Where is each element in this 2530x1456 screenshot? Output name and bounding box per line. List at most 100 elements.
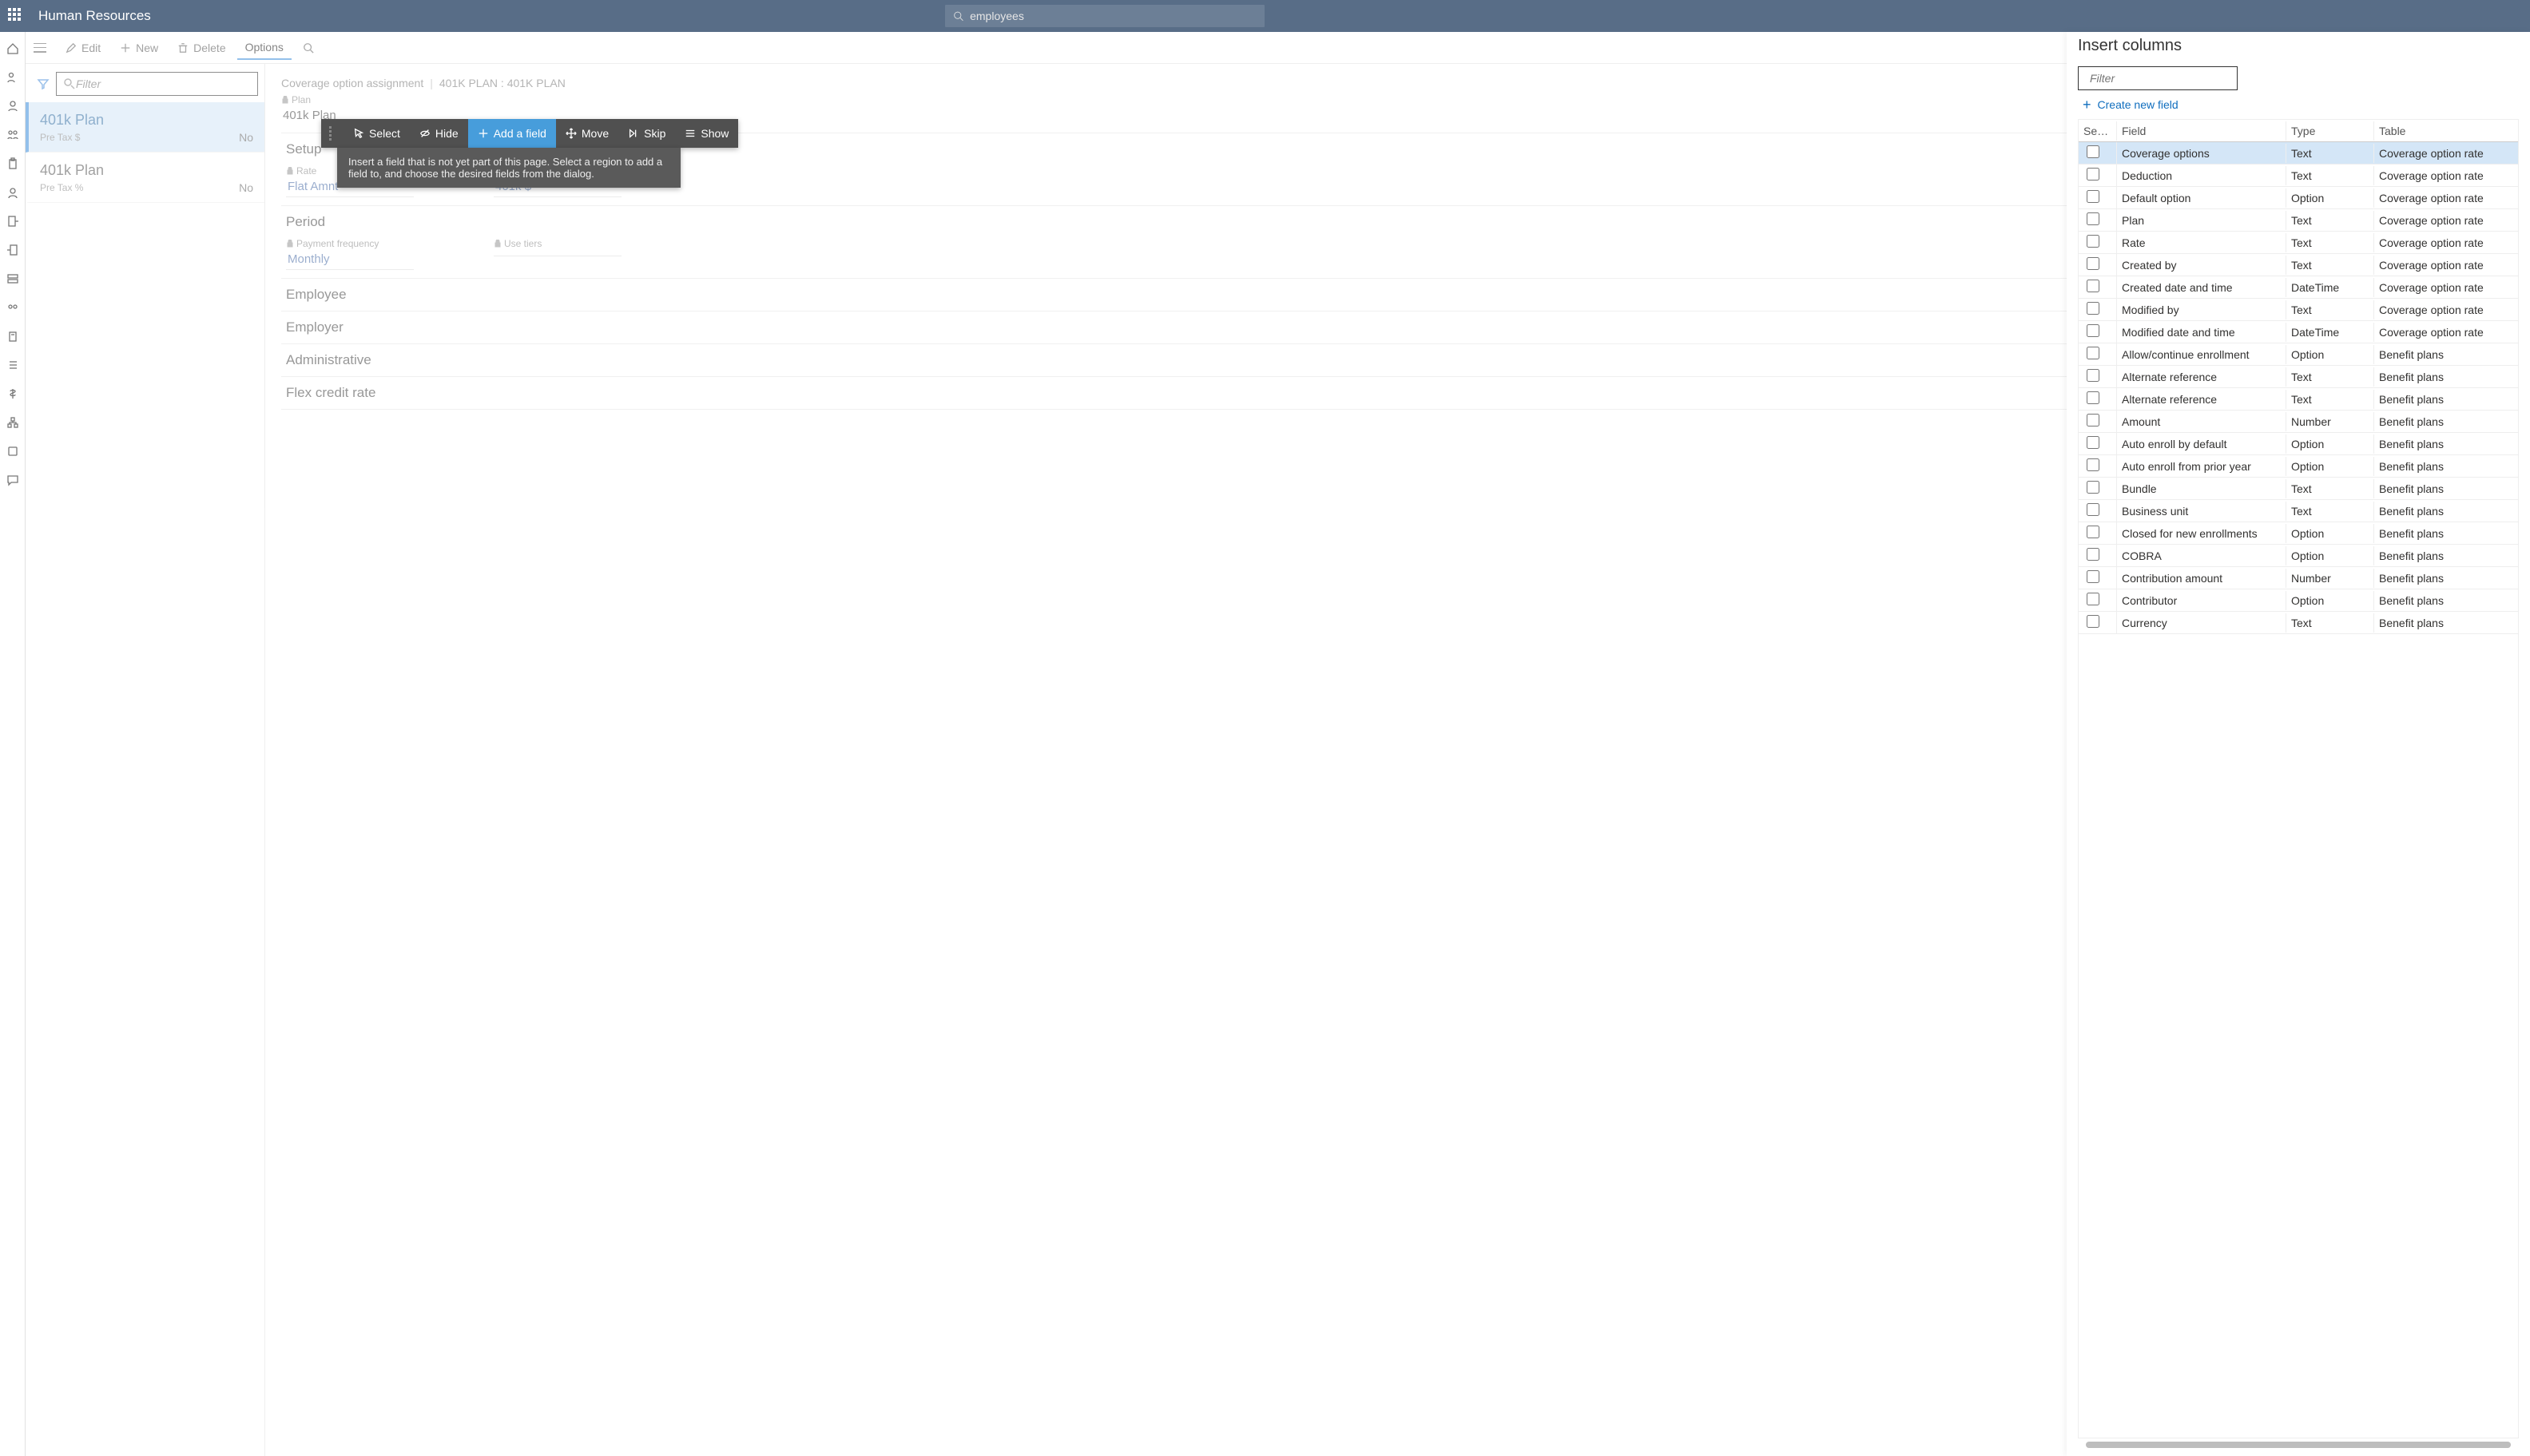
person-icon[interactable] (6, 99, 20, 113)
table-row[interactable]: ContributorOptionBenefit plans (2079, 589, 2518, 612)
list-item[interactable]: 401k PlanPre Tax %No (26, 153, 264, 203)
hide-button[interactable]: Hide (410, 119, 468, 148)
table-row[interactable]: Created byTextCoverage option rate (2079, 254, 2518, 276)
row-checkbox[interactable] (2087, 302, 2099, 315)
row-checkbox[interactable] (2087, 481, 2099, 494)
row-field: COBRA (2117, 546, 2286, 565)
doc-out-icon[interactable] (6, 214, 20, 228)
table-row[interactable]: Auto enroll by defaultOptionBenefit plan… (2079, 433, 2518, 455)
row-checkbox[interactable] (2087, 190, 2099, 203)
table-row[interactable]: Alternate referenceTextBenefit plans (2079, 388, 2518, 411)
col-select[interactable]: Se…↓ (2079, 121, 2117, 141)
select-button[interactable]: Select (344, 119, 410, 148)
list-item[interactable]: 401k PlanPre Tax $No (26, 102, 264, 153)
row-checkbox[interactable] (2087, 570, 2099, 583)
table-row[interactable]: Auto enroll from prior yearOptionBenefit… (2079, 455, 2518, 478)
table-row[interactable]: Contribution amountNumberBenefit plans (2079, 567, 2518, 589)
row-checkbox[interactable] (2087, 235, 2099, 248)
panel-filter-input[interactable] (2090, 72, 2235, 85)
find-button[interactable] (295, 38, 322, 58)
row-checkbox[interactable] (2087, 458, 2099, 471)
row-table: Benefit plans (2374, 457, 2518, 476)
table-row[interactable]: COBRAOptionBenefit plans (2079, 545, 2518, 567)
team-icon[interactable] (6, 300, 20, 315)
new-button[interactable]: New (112, 37, 166, 59)
list-filter-input[interactable] (76, 77, 251, 90)
create-new-field-button[interactable]: + Create new field (2078, 98, 2519, 111)
global-search[interactable] (945, 5, 1265, 27)
row-checkbox[interactable] (2087, 548, 2099, 561)
row-checkbox[interactable] (2087, 257, 2099, 270)
move-button[interactable]: Move (556, 119, 618, 148)
table-row[interactable]: Created date and timeDateTimeCoverage op… (2079, 276, 2518, 299)
show-button[interactable]: Show (675, 119, 738, 148)
building-icon[interactable] (6, 329, 20, 343)
row-table: Benefit plans (2374, 345, 2518, 364)
home-icon[interactable] (6, 42, 20, 56)
row-checkbox[interactable] (2087, 436, 2099, 449)
row-checkbox[interactable] (2087, 391, 2099, 404)
row-checkbox[interactable] (2087, 168, 2099, 181)
col-type[interactable]: Type (2286, 121, 2374, 141)
table-row[interactable]: Default optionOptionCoverage option rate (2079, 187, 2518, 209)
row-table: Coverage option rate (2374, 256, 2518, 275)
currency-icon[interactable] (6, 387, 20, 401)
row-checkbox[interactable] (2087, 324, 2099, 337)
list-filter[interactable] (56, 72, 258, 96)
global-search-input[interactable] (970, 10, 1257, 22)
row-checkbox[interactable] (2087, 145, 2099, 158)
table-row[interactable]: Modified date and timeDateTimeCoverage o… (2079, 321, 2518, 343)
col-table[interactable]: Table (2374, 121, 2518, 141)
row-checkbox[interactable] (2087, 347, 2099, 359)
table-row[interactable]: Closed for new enrollmentsOptionBenefit … (2079, 522, 2518, 545)
funnel-icon[interactable] (37, 77, 50, 90)
lock-icon (286, 167, 294, 175)
row-checkbox[interactable] (2087, 526, 2099, 538)
people-icon[interactable] (6, 70, 20, 85)
table-row[interactable]: AmountNumberBenefit plans (2079, 411, 2518, 433)
row-field: Amount (2117, 412, 2286, 431)
table-row[interactable]: Modified byTextCoverage option rate (2079, 299, 2518, 321)
horizontal-scrollbar[interactable] (2086, 1442, 2511, 1448)
table-row[interactable]: CurrencyTextBenefit plans (2079, 612, 2518, 634)
panel-filter[interactable] (2078, 66, 2238, 90)
row-checkbox[interactable] (2087, 414, 2099, 426)
row-checkbox[interactable] (2087, 503, 2099, 516)
table-row[interactable]: Coverage optionsTextCoverage option rate (2079, 142, 2518, 165)
feedback-icon[interactable] (6, 473, 20, 487)
table-row[interactable]: DeductionTextCoverage option rate (2079, 165, 2518, 187)
table-row[interactable]: PlanTextCoverage option rate (2079, 209, 2518, 232)
row-checkbox[interactable] (2087, 369, 2099, 382)
table-row[interactable]: Alternate referenceTextBenefit plans (2079, 366, 2518, 388)
table-row[interactable]: Allow/continue enrollmentOptionBenefit p… (2079, 343, 2518, 366)
row-checkbox[interactable] (2087, 212, 2099, 225)
group-icon[interactable] (6, 128, 20, 142)
fields-table[interactable]: Se…↓ Field Type Table Coverage optionsTe… (2078, 119, 2519, 1438)
doc-in-icon[interactable] (6, 243, 20, 257)
options-tab[interactable]: Options (237, 36, 292, 60)
table-row[interactable]: BundleTextBenefit plans (2079, 478, 2518, 500)
app-launcher-icon[interactable] (8, 8, 24, 24)
drag-grip-icon[interactable] (329, 126, 337, 141)
row-checkbox[interactable] (2087, 593, 2099, 605)
skip-button[interactable]: Skip (618, 119, 675, 148)
list-icon[interactable] (6, 358, 20, 372)
insert-columns-panel: Insert columns + Create new field Se…↓ F… (2067, 32, 2530, 1456)
col-field[interactable]: Field (2117, 121, 2286, 141)
edit-button[interactable]: Edit (58, 37, 109, 59)
add-field-button[interactable]: Add a field (468, 119, 556, 148)
row-type: Option (2286, 345, 2374, 364)
clipboard-icon[interactable] (6, 157, 20, 171)
hamburger-icon[interactable] (34, 43, 46, 53)
hierarchy-icon[interactable] (6, 415, 20, 430)
row-checkbox[interactable] (2087, 280, 2099, 292)
badge-icon[interactable] (6, 444, 20, 458)
stack-icon[interactable] (6, 272, 20, 286)
table-row[interactable]: Business unitTextBenefit plans (2079, 500, 2518, 522)
profile-icon[interactable] (6, 185, 20, 200)
table-row[interactable]: RateTextCoverage option rate (2079, 232, 2518, 254)
tiers-value[interactable] (494, 249, 622, 256)
row-checkbox[interactable] (2087, 615, 2099, 628)
delete-button[interactable]: Delete (169, 37, 233, 59)
payfreq-value[interactable]: Monthly (286, 249, 414, 270)
